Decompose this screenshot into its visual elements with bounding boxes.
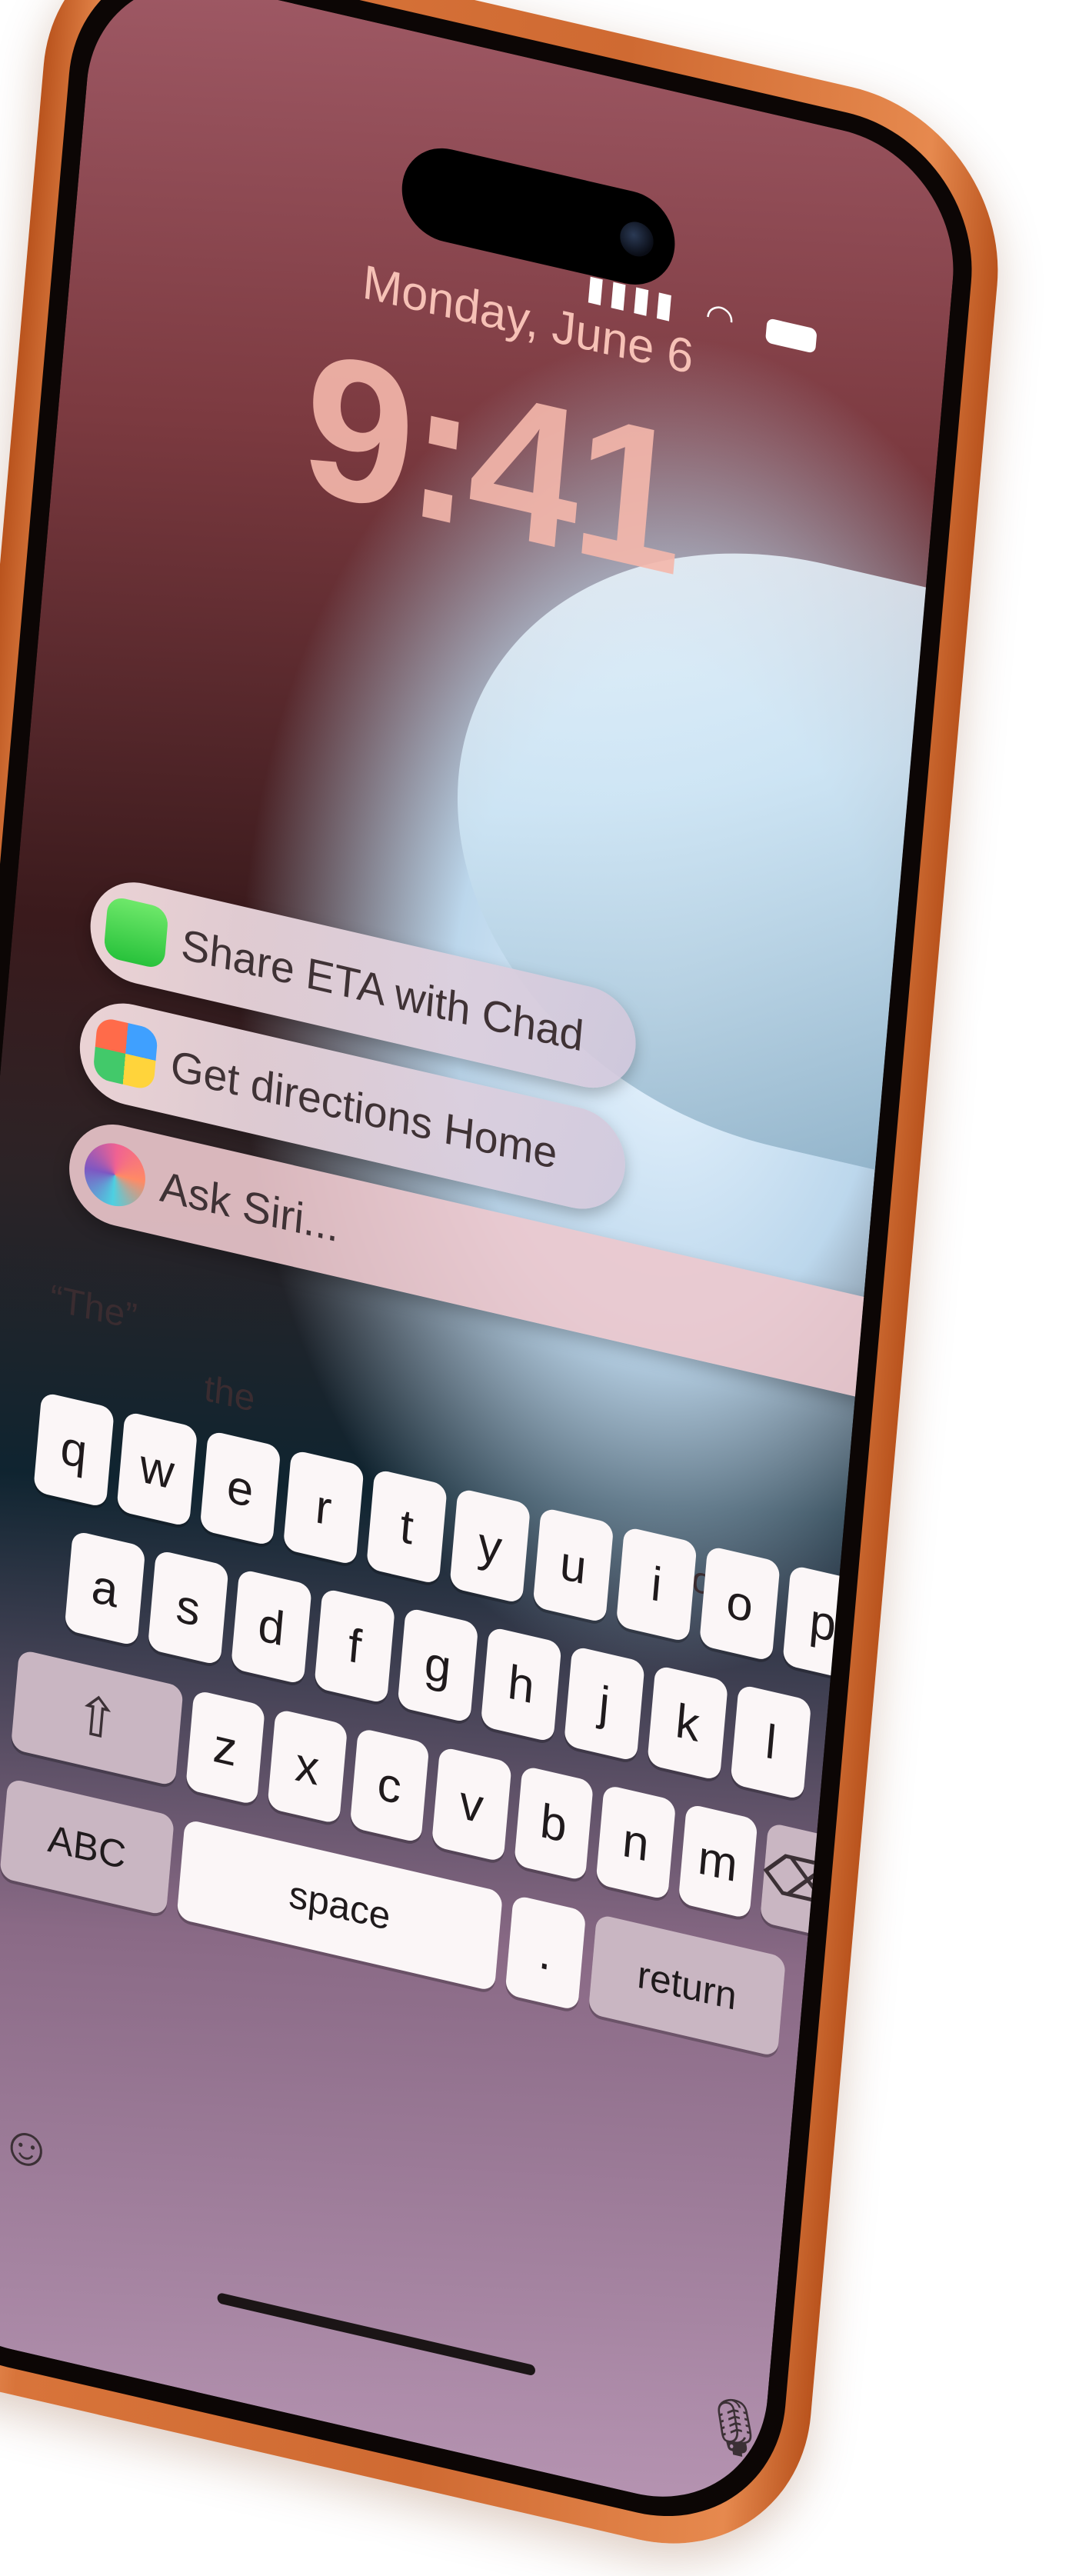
key-g[interactable]: g <box>397 1607 479 1724</box>
maps-app-icon <box>92 1015 158 1091</box>
key-u[interactable]: u <box>532 1507 614 1624</box>
front-camera-icon <box>618 218 655 260</box>
key-v[interactable]: v <box>431 1746 512 1863</box>
keyboard: q w e r t y u i o p a s d f g h j k l ⇧ … <box>0 1391 874 2098</box>
dynamic-island <box>398 138 679 295</box>
key-d[interactable]: d <box>231 1568 312 1685</box>
period-key[interactable]: . <box>505 1895 587 2011</box>
key-o[interactable]: o <box>698 1545 781 1662</box>
stage: ▮▮▮▮ ◠ Monday, June 6 9:41 Share ETA wit… <box>0 0 1069 2576</box>
key-q[interactable]: q <box>33 1391 115 1508</box>
dictation-button[interactable]: 🎙 <box>698 2388 771 2467</box>
siri-icon <box>82 1137 148 1213</box>
key-i[interactable]: i <box>615 1526 698 1643</box>
abc-key[interactable]: ABC <box>0 1778 175 1916</box>
siri-placeholder: Ask Siri... <box>158 1161 341 1251</box>
iphone-device: ▮▮▮▮ ◠ Monday, June 6 9:41 Share ETA wit… <box>0 0 1011 2576</box>
quicktype-suggestion-2[interactable]: the <box>202 1367 256 1421</box>
microphone-icon: 🎙 <box>698 2389 771 2465</box>
return-key[interactable]: return <box>588 1914 787 2058</box>
key-w[interactable]: w <box>116 1411 198 1528</box>
shift-key[interactable]: ⇧ <box>10 1648 184 1787</box>
key-f[interactable]: f <box>314 1588 396 1705</box>
key-y[interactable]: y <box>449 1488 531 1605</box>
key-m[interactable]: m <box>678 1803 758 1920</box>
home-indicator[interactable] <box>217 2292 536 2377</box>
key-h[interactable]: h <box>480 1626 562 1743</box>
key-l[interactable]: l <box>730 1684 812 1801</box>
messages-app-icon <box>103 895 169 971</box>
key-s[interactable]: s <box>147 1549 229 1666</box>
key-t[interactable]: t <box>366 1468 448 1585</box>
key-z[interactable]: z <box>185 1689 265 1806</box>
key-e[interactable]: e <box>199 1430 281 1547</box>
battery-icon <box>764 318 818 355</box>
key-b[interactable]: b <box>513 1765 594 1881</box>
wifi-icon: ◠ <box>704 295 741 341</box>
emoji-button[interactable]: ☺ <box>0 2110 56 2184</box>
key-a[interactable]: a <box>64 1530 146 1647</box>
key-n[interactable]: n <box>595 1784 676 1901</box>
key-k[interactable]: k <box>647 1665 729 1781</box>
emoji-icon: ☺ <box>0 2110 57 2183</box>
key-r[interactable]: r <box>282 1449 365 1566</box>
key-c[interactable]: c <box>349 1727 430 1844</box>
quicktype-suggestion-1[interactable]: “The” <box>48 1277 139 1339</box>
key-x[interactable]: x <box>267 1708 348 1825</box>
shift-icon: ⇧ <box>72 1682 122 1753</box>
key-j[interactable]: j <box>563 1645 645 1762</box>
